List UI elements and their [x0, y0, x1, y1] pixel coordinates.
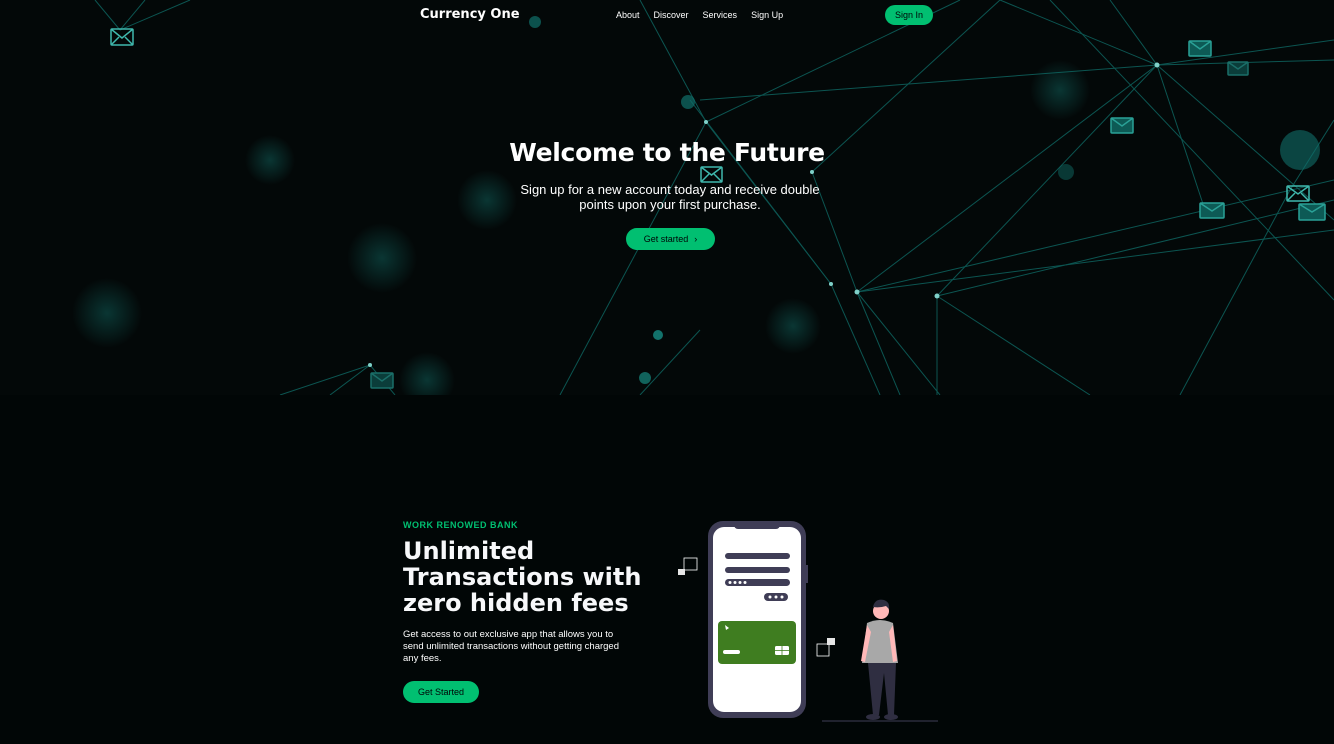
- info-heading: Unlimited Transactions with zero hidden …: [403, 537, 642, 617]
- logo[interactable]: Currency One: [420, 7, 520, 22]
- nav-link-about[interactable]: About: [616, 10, 640, 20]
- info-topline: WORK RENOWED BANK: [403, 520, 518, 530]
- hero-section: Currency One About Discover Services Sig…: [0, 0, 1334, 395]
- floating-square-icon: [816, 638, 835, 657]
- get-started-button[interactable]: Get started ›: [626, 228, 715, 250]
- info-description: Get access to out exclusive app that all…: [403, 629, 619, 664]
- nav-link-discover[interactable]: Discover: [654, 10, 689, 20]
- envelope-icon: [1298, 203, 1326, 221]
- nav-link-services[interactable]: Services: [703, 10, 738, 20]
- hero-subtitle: Sign up for a new account today and rece…: [520, 182, 820, 212]
- envelope-icon: [1110, 117, 1134, 134]
- envelope-icon: [1227, 61, 1249, 76]
- navbar: Currency One About Discover Services Sig…: [0, 0, 1334, 30]
- nav-menu: About Discover Services Sign Up: [616, 10, 797, 20]
- envelope-icon: [370, 372, 394, 389]
- nav-link-signup[interactable]: Sign Up: [751, 10, 783, 20]
- phone-icon: [708, 521, 808, 718]
- envelope-icon: [110, 28, 134, 46]
- get-started-label: Get started: [643, 234, 689, 244]
- info-section: WORK RENOWED BANK Unlimited Transactions…: [0, 395, 1334, 744]
- envelope-icon: [1199, 202, 1225, 219]
- hero-title: Welcome to the Future: [509, 138, 825, 167]
- envelope-icon: [1188, 40, 1212, 57]
- person-figure: [822, 599, 938, 722]
- info-get-started-button[interactable]: Get Started: [403, 681, 479, 703]
- phone-payment-illustration: [678, 521, 938, 722]
- sign-in-button[interactable]: Sign In: [885, 5, 933, 25]
- chevron-right-icon: ›: [694, 234, 698, 244]
- envelope-icon: [700, 166, 723, 183]
- floating-square-icon: [678, 557, 698, 575]
